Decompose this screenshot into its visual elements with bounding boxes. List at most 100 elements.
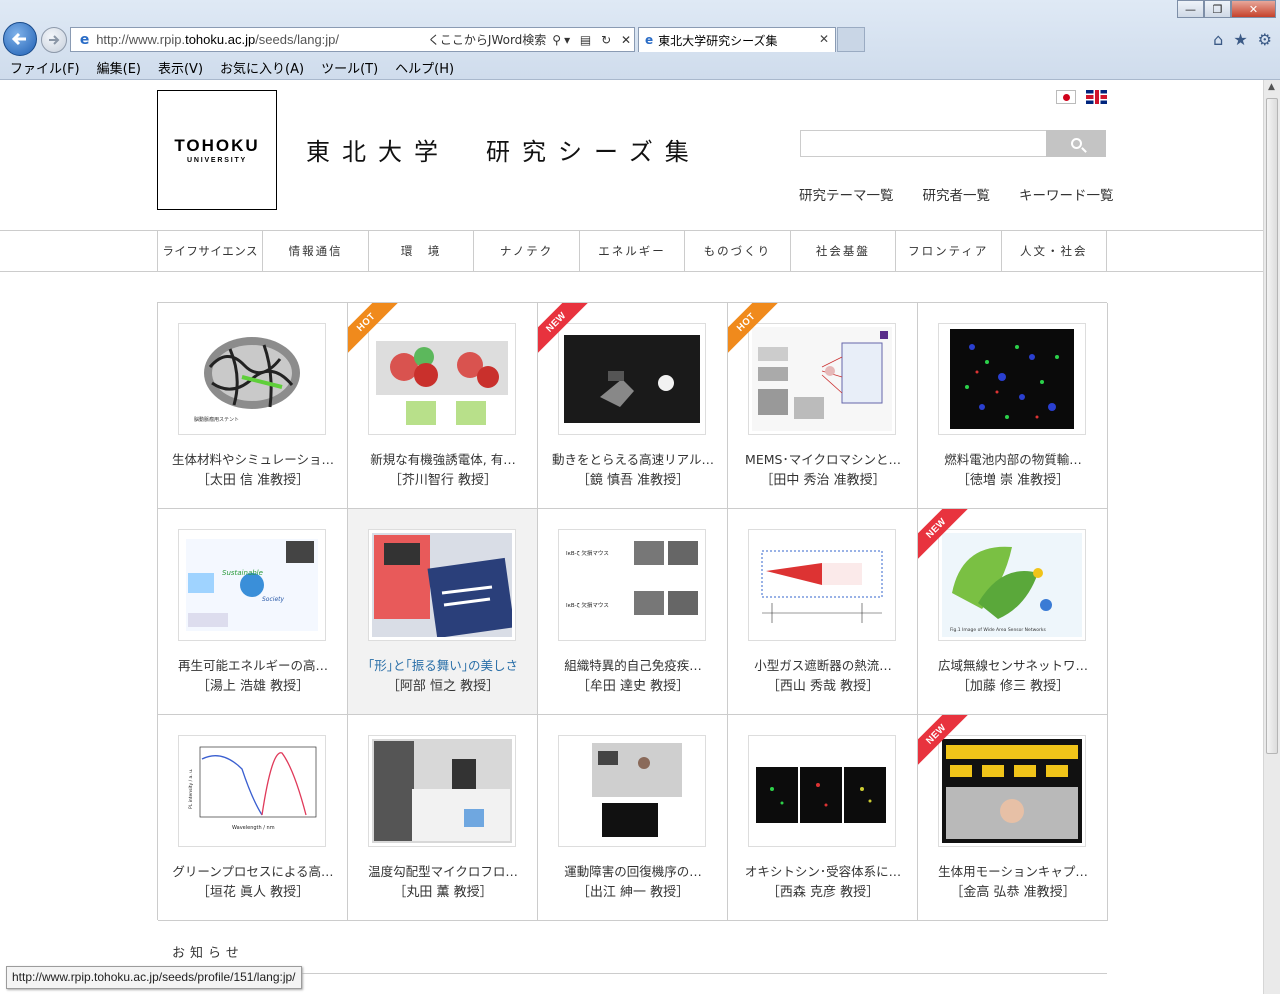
mouse-image[interactable]: IκB-ζ 欠損マウス IκB-ζ 欠損マウス	[558, 529, 706, 641]
card-title[interactable]: 生体材料やシミュレーショ…	[170, 449, 336, 468]
card-professor[interactable]: ［金高 弘恭 准教授］	[918, 881, 1107, 900]
back-button[interactable]	[3, 22, 37, 56]
category-environment[interactable]: 環 境	[369, 231, 475, 271]
category-infrastructure[interactable]: 社会基盤	[791, 231, 897, 271]
menu-favorites[interactable]: お気に入り(A)	[220, 58, 304, 77]
card-title[interactable]: 動きをとらえる高速リアル…	[550, 449, 716, 468]
link-keywords[interactable]: キーワード一覧	[1019, 184, 1114, 204]
site-search-button[interactable]	[1046, 130, 1106, 157]
uk-flag-icon[interactable]	[1086, 90, 1107, 104]
seed-card[interactable]: HOT MEMS･マイクロマシンと… ［田中 秀治 准教授］	[728, 303, 918, 509]
card-professor[interactable]: ［阿部 恒之 教授］	[348, 675, 537, 694]
card-title[interactable]: 燃料電池内部の物質輸…	[930, 449, 1096, 468]
maximize-button[interactable]: ❐	[1204, 0, 1231, 18]
camera-image[interactable]	[558, 323, 706, 435]
vertical-scrollbar[interactable]: ▲	[1263, 80, 1280, 994]
seed-card[interactable]: 運動障害の回復機序の… ［出江 紳一 教授］	[538, 715, 728, 921]
category-humanities[interactable]: 人文・社会	[1002, 231, 1107, 271]
card-professor[interactable]: ［出江 紳一 教授］	[538, 881, 727, 900]
seed-card[interactable]: 小型ガス遮断器の熱流… ［西山 秀哉 教授］	[728, 509, 918, 715]
card-professor[interactable]: ［垣花 眞人 教授］	[158, 881, 347, 900]
seed-card[interactable]: 燃料電池内部の物質輸… ［徳増 崇 准教授］	[918, 303, 1108, 509]
card-title[interactable]: 広域無線センサネットワ…	[930, 655, 1096, 674]
close-window-button[interactable]: ✕	[1231, 0, 1276, 18]
category-frontier[interactable]: フロンティア	[896, 231, 1002, 271]
sensor-image[interactable]: Fig.1 Image of Wide Area Sensor Networks	[938, 529, 1086, 641]
book-image[interactable]	[368, 529, 516, 641]
scroll-thumb[interactable]	[1266, 98, 1278, 754]
card-professor[interactable]: ［徳増 崇 准教授］	[918, 469, 1107, 488]
card-title[interactable]: 運動障害の回復機序の…	[550, 861, 716, 880]
card-professor[interactable]: ［芥川智行 教授］	[348, 469, 537, 488]
seed-card[interactable]: Fig.1 Image of Wide Area Sensor Networks…	[918, 509, 1108, 715]
card-professor[interactable]: ［湯上 浩雄 教授］	[158, 675, 347, 694]
link-researchers[interactable]: 研究者一覧	[923, 184, 991, 204]
card-title[interactable]: ｢形｣と｢振る舞い｣の美しさ	[360, 655, 526, 674]
card-title[interactable]: 小型ガス遮断器の熱流…	[740, 655, 906, 674]
category-nanotech[interactable]: ナノテク	[474, 231, 580, 271]
seed-card[interactable]: NEW 動きをとらえる高速リアル… ［鏡 慎吾 准教授］	[538, 303, 728, 509]
seed-card[interactable]: 脳動脈瘤用ステント 生体材料やシミュレーショ… ［太田 信 准教授］	[158, 303, 348, 509]
motion-image[interactable]	[938, 735, 1086, 847]
device-image[interactable]	[368, 735, 516, 847]
menu-tools[interactable]: ツール(T)	[321, 58, 378, 77]
card-professor[interactable]: ［鏡 慎吾 准教授］	[538, 469, 727, 488]
category-manufacturing[interactable]: ものづくり	[685, 231, 791, 271]
favorites-star-icon[interactable]: ★	[1233, 30, 1247, 49]
minimize-button[interactable]: —	[1177, 0, 1204, 18]
forward-button[interactable]	[41, 27, 67, 53]
link-research-themes[interactable]: 研究テーマ一覧	[799, 184, 894, 204]
japan-flag-icon[interactable]	[1056, 90, 1076, 104]
neuron-image[interactable]	[748, 735, 896, 847]
menu-help[interactable]: ヘルプ(H)	[395, 58, 454, 77]
seed-card[interactable]: オキシトシン･受容体系に… ［西森 克彦 教授］	[728, 715, 918, 921]
seed-card-hovered[interactable]: ｢形｣と｢振る舞い｣の美しさ ［阿部 恒之 教授］	[348, 509, 538, 715]
breaker-image[interactable]	[748, 529, 896, 641]
spectrum-image[interactable]: Wavelength / nm PL intensity / a. u.	[178, 735, 326, 847]
tohoku-logo[interactable]: TOHOKU UNIVERSITY	[157, 90, 277, 210]
home-icon[interactable]: ⌂	[1213, 30, 1223, 49]
stent-image[interactable]: 脳動脈瘤用ステント	[178, 323, 326, 435]
card-title[interactable]: オキシトシン･受容体系に…	[740, 861, 906, 880]
seed-card[interactable]: Sustainable Society 再生可能エネルギーの高… ［湯上 浩雄 教…	[158, 509, 348, 715]
seed-card[interactable]: 温度勾配型マイクロフロ… ［丸田 薫 教授］	[348, 715, 538, 921]
tab-close-icon[interactable]: ✕	[819, 32, 829, 46]
card-title[interactable]: 新規な有機強誘電体, 有…	[360, 449, 526, 468]
site-search-input[interactable]	[800, 130, 1047, 157]
card-professor[interactable]: ［田中 秀治 准教授］	[728, 469, 917, 488]
category-energy[interactable]: エネルギー	[580, 231, 686, 271]
card-title[interactable]: 生体用モーションキャプ…	[930, 861, 1096, 880]
seed-card[interactable]: HOT 新規な有機強誘電体, 有… ［芥川智行 教授］	[348, 303, 538, 509]
mems-image[interactable]	[748, 323, 896, 435]
card-professor[interactable]: ［丸田 薫 教授］	[348, 881, 537, 900]
card-title[interactable]: 温度勾配型マイクロフロ…	[360, 861, 526, 880]
address-tools-icons[interactable]: ⚲▾ ▤ ↻ ✕	[552, 33, 634, 47]
new-tab-button[interactable]	[837, 27, 865, 52]
card-title[interactable]: 再生可能エネルギーの高…	[170, 655, 336, 674]
tab-current[interactable]: e 東北大学研究シーズ集 ✕	[638, 27, 836, 52]
card-title[interactable]: グリーンプロセスによる高…	[170, 861, 336, 880]
molecule-image[interactable]	[368, 323, 516, 435]
seed-card[interactable]: NEW 生体用モーションキャプ… ［金高 弘恭 准教授］	[918, 715, 1108, 921]
jword-search-input[interactable]: くここからJWord検索	[428, 31, 546, 48]
card-title[interactable]: MEMS･マイクロマシンと…	[740, 449, 906, 468]
address-bar[interactable]: e http://www.rpip.tohoku.ac.jp/seeds/lan…	[70, 27, 635, 52]
energy-image[interactable]: Sustainable Society	[178, 529, 326, 641]
card-professor[interactable]: ［牟田 達史 教授］	[538, 675, 727, 694]
category-ict[interactable]: 情報通信	[263, 231, 369, 271]
menu-file[interactable]: ファイル(F)	[10, 58, 80, 77]
menu-edit[interactable]: 編集(E)	[97, 58, 141, 77]
category-life-science[interactable]: ライフサイエンス	[158, 231, 264, 271]
menu-view[interactable]: 表示(V)	[158, 58, 203, 77]
seed-card[interactable]: Wavelength / nm PL intensity / a. u. グリーン…	[158, 715, 348, 921]
card-professor[interactable]: ［西山 秀哉 教授］	[728, 675, 917, 694]
rehab-image[interactable]	[558, 735, 706, 847]
simulation-image[interactable]	[938, 323, 1086, 435]
card-professor[interactable]: ［加藤 修三 教授］	[918, 675, 1107, 694]
card-title[interactable]: 組織特異的自己免疫疾…	[550, 655, 716, 674]
card-professor[interactable]: ［太田 信 准教授］	[158, 469, 347, 488]
seed-card[interactable]: IκB-ζ 欠損マウス IκB-ζ 欠損マウス 組織特異的自己免疫疾… ［牟田 達…	[538, 509, 728, 715]
settings-gear-icon[interactable]: ⚙	[1258, 30, 1272, 49]
card-professor[interactable]: ［西森 克彦 教授］	[728, 881, 917, 900]
scroll-up-icon[interactable]: ▲	[1268, 82, 1275, 92]
